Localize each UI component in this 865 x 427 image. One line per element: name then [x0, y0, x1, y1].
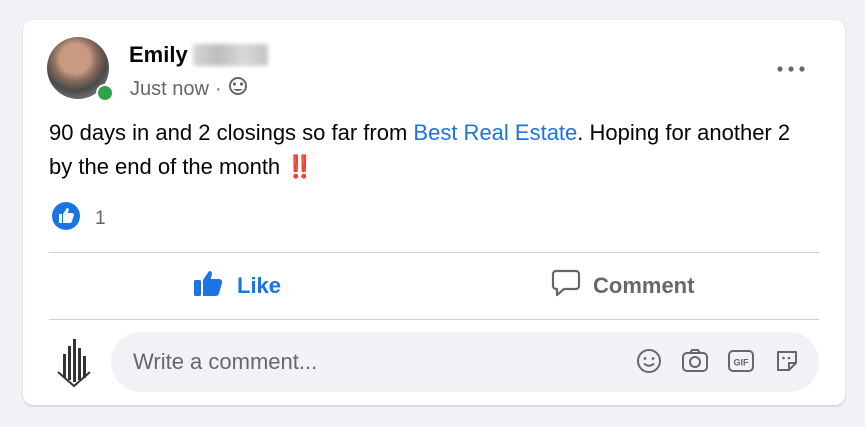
author-name[interactable]: Emily: [129, 42, 188, 68]
comment-label: Comment: [593, 273, 695, 298]
like-button[interactable]: Like: [193, 261, 281, 311]
reaction-count: 1: [95, 207, 106, 229]
reaction-summary[interactable]: 1: [51, 201, 106, 236]
post-meta: Just now ·: [130, 76, 248, 102]
comment-placeholder: Write a comment...: [133, 349, 318, 374]
online-indicator: [96, 84, 114, 102]
comment-input[interactable]: Write a comment... GIF: [111, 332, 819, 392]
gif-icon[interactable]: GIF: [727, 347, 755, 375]
comment-button[interactable]: Comment: [551, 261, 694, 311]
page-avatar-logo[interactable]: [55, 338, 93, 393]
like-reaction-icon: [51, 201, 81, 236]
comment-toolbar: GIF: [635, 347, 801, 375]
page-link[interactable]: Best Real Estate: [413, 120, 577, 145]
post-text: 90 days in and 2 closings so far from Be…: [49, 116, 809, 184]
sticker-icon[interactable]: [773, 347, 801, 375]
more-options-button[interactable]: [771, 58, 811, 78]
like-label: Like: [237, 273, 282, 298]
more-icon: [777, 59, 805, 77]
thumbs-up-icon: [193, 269, 225, 303]
divider: [49, 319, 819, 320]
svg-text:GIF: GIF: [734, 358, 750, 368]
author-last-name-redacted: [193, 44, 268, 66]
camera-icon[interactable]: [681, 347, 709, 375]
divider: [49, 252, 819, 253]
post-text-start: 90 days in and 2 closings so far from: [49, 120, 414, 145]
meta-separator: ·: [214, 77, 222, 100]
smiley-icon[interactable]: [635, 347, 663, 375]
comment-icon: [551, 268, 581, 304]
globe-icon[interactable]: [228, 76, 248, 102]
post-timestamp[interactable]: Just now: [130, 78, 209, 101]
exclamation-emoji: ‼️: [286, 154, 314, 179]
post-card: Emily Just now · 90 days in and 2 closin…: [23, 20, 845, 405]
